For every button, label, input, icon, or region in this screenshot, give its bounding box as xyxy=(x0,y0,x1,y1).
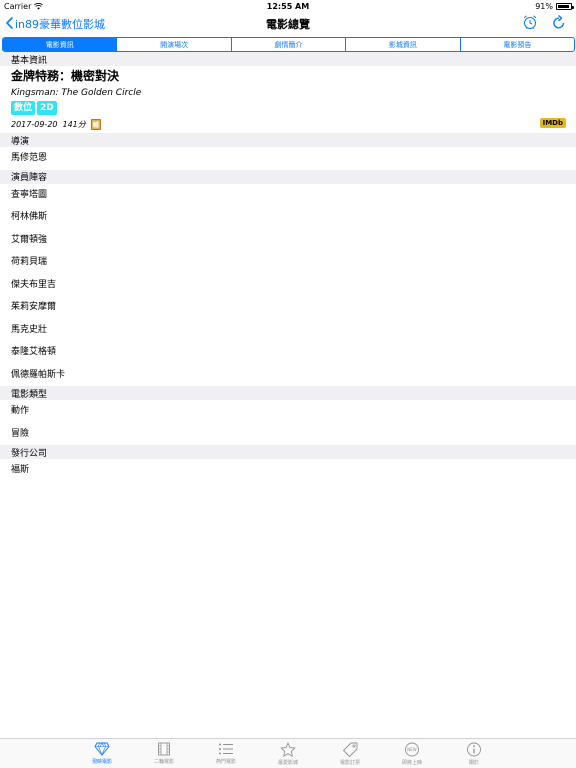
battery-level xyxy=(558,4,569,8)
refresh-button[interactable] xyxy=(552,14,566,30)
genre-item: 動作 xyxy=(11,406,30,416)
cast-item: 艾爾頓強 xyxy=(11,234,48,245)
section-header-distributor: 發行公司 xyxy=(0,445,576,459)
back-button[interactable]: in89豪華數位影城 xyxy=(6,15,105,33)
tab-label: 關於 xyxy=(468,760,479,766)
movie-title-english: Kingsman: The Golden Circle xyxy=(11,88,142,98)
section-header-genre: 電影類型 xyxy=(0,386,576,400)
tab-label: 現映電影 xyxy=(91,759,112,765)
genre-item: 冒險 xyxy=(11,428,30,439)
star-icon xyxy=(280,742,296,757)
movie-title: 金牌特務：機密對決 xyxy=(11,69,120,83)
tab-now-showing[interactable]: 現映電影 xyxy=(71,739,133,768)
section-header-cast: 演員陣容 xyxy=(0,169,576,184)
cast-item: 泰隆艾格頓 xyxy=(11,347,57,357)
format-badge: 2D xyxy=(37,101,57,115)
tag-icon xyxy=(343,742,358,757)
format-badge: 數位 xyxy=(11,101,36,115)
segment-showtimes[interactable]: 開演場次 xyxy=(116,38,230,51)
tab-favorite-cinemas[interactable]: 最愛影城 xyxy=(257,739,319,768)
info-icon xyxy=(467,742,481,757)
movie-detail-content: 基本資訊 金牌特務：機密對決 Kingsman: The Golden Circ… xyxy=(0,52,576,482)
tab-bar: 現映電影 二輪電影 熱門電影 最愛影城 電影訂票 NEW 即將上映 關於 xyxy=(0,738,576,768)
refresh-icon xyxy=(553,14,565,29)
cast-item: 查寧塔圖 xyxy=(11,189,48,200)
battery-icon xyxy=(556,2,574,10)
segment-movie-info[interactable]: 電影資訊 xyxy=(3,38,117,51)
diamond-icon xyxy=(94,742,110,756)
alarm-clock-button[interactable] xyxy=(522,14,538,30)
imdb-button[interactable]: IMDb xyxy=(539,118,566,128)
list-icon xyxy=(219,743,233,755)
navigation-bar: in89豪華數位影城 電影總覽 xyxy=(0,12,576,36)
tab-label: 二輪電影 xyxy=(153,759,174,765)
film-icon xyxy=(158,742,170,756)
section-header-basic: 基本資訊 xyxy=(0,52,576,66)
distributor-item: 福斯 xyxy=(11,465,30,475)
status-time: 12:55 AM xyxy=(266,1,310,11)
section-header-director: 導演 xyxy=(0,133,576,147)
svg-text:NEW: NEW xyxy=(407,747,417,752)
segment-trailer[interactable]: 電影預告 xyxy=(459,38,574,51)
tab-label: 熱門電影 xyxy=(215,759,236,765)
tab-second-run[interactable]: 二輪電影 xyxy=(133,739,195,768)
tab-coming-soon[interactable]: NEW 即將上映 xyxy=(381,739,443,768)
back-label: in89豪華數位影城 xyxy=(15,18,106,31)
segment-cinema-info[interactable]: 影城資訊 xyxy=(345,38,459,51)
tab-label: 即將上映 xyxy=(401,760,422,766)
rating-icon: 輔 xyxy=(90,118,101,130)
cast-item: 傑夫布里吉 xyxy=(11,279,57,290)
tab-popular[interactable]: 熱門電影 xyxy=(195,739,257,768)
tab-label: 電影訂票 xyxy=(339,760,360,766)
runtime: 141分 xyxy=(62,119,86,129)
release-date: 2017-09-20 xyxy=(11,119,58,129)
cast-item: 佩德羅帕斯卡 xyxy=(11,369,66,380)
tab-label: 最愛影城 xyxy=(277,760,298,766)
new-icon: NEW xyxy=(405,742,419,757)
status-bar: Carrier 12:55 AM 91% xyxy=(0,0,576,12)
director-item: 馬修范恩 xyxy=(11,153,48,163)
movie-meta-row: 2017-09-20 141分 輔 IMDb xyxy=(0,115,576,133)
alarm-clock-icon xyxy=(523,15,537,29)
format-badges: 數位 2D xyxy=(0,101,576,115)
tab-about[interactable]: 關於 xyxy=(443,739,505,768)
cast-item: 茱莉安摩爾 xyxy=(11,302,57,312)
segment-synopsis[interactable]: 劇情簡介 xyxy=(230,38,345,51)
cast-item: 荷莉貝瑞 xyxy=(11,257,48,267)
cast-item: 馬克史壯 xyxy=(11,324,48,335)
chevron-left-icon xyxy=(6,16,13,32)
tab-booking[interactable]: 電影訂票 xyxy=(319,739,381,768)
cast-item: 柯林佛斯 xyxy=(11,212,48,222)
segmented-control: 電影資訊 開演場次 劇情簡介 影城資訊 電影預告 xyxy=(2,37,575,52)
